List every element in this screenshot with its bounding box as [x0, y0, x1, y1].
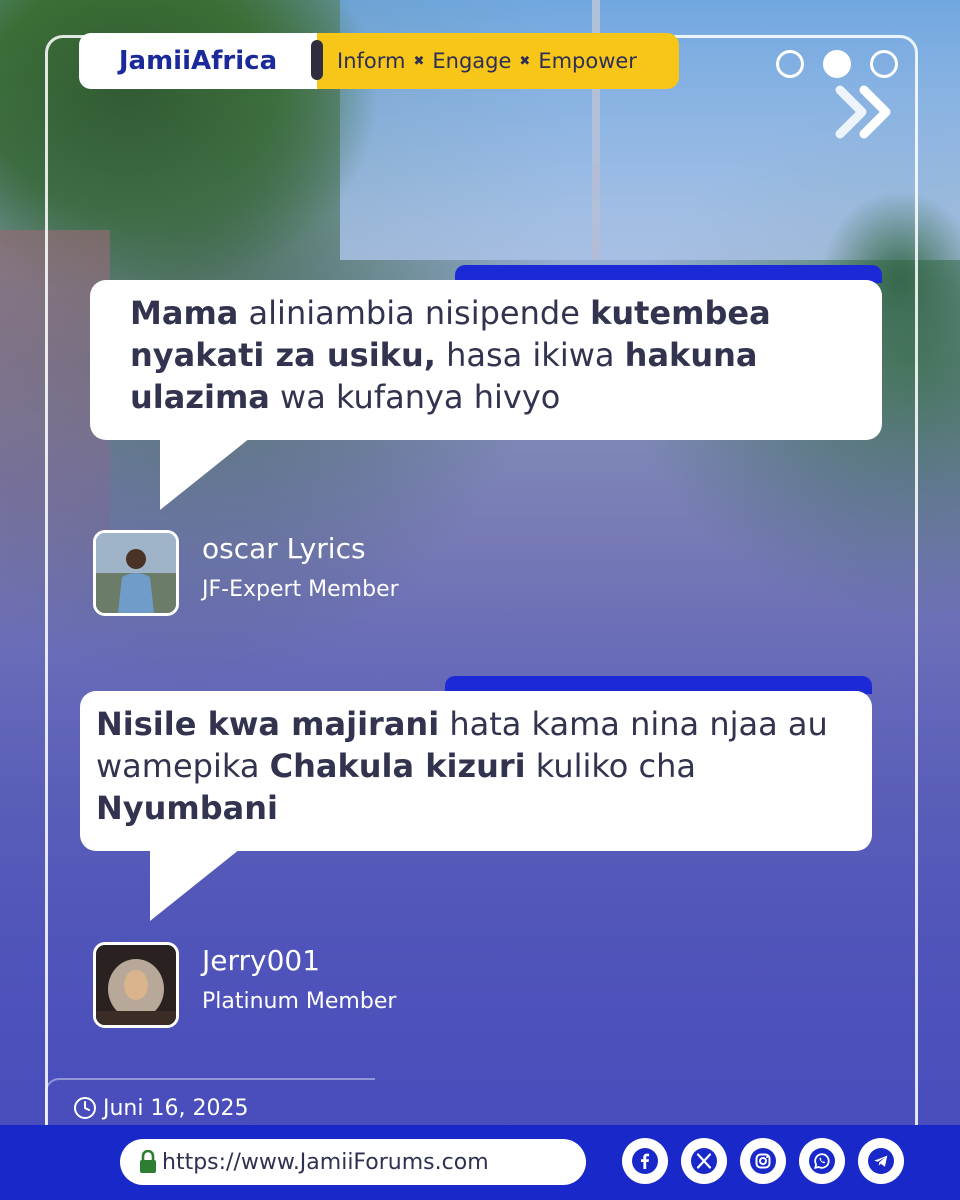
date-text: Juni 16, 2025	[103, 1095, 249, 1121]
comment-author: oscar Lyrics JF-Expert Member	[93, 530, 399, 616]
carousel-dot[interactable]	[776, 50, 804, 78]
comment-text: Nisile kwa majirani hata kama nina njaa …	[96, 703, 842, 829]
website-link[interactable]: https://www.JamiiForums.com	[120, 1139, 586, 1185]
post-date: Juni 16, 2025	[45, 1078, 375, 1124]
author-role: Platinum Member	[202, 989, 397, 1014]
comment-text-bold: Nyumbani	[96, 789, 279, 827]
author-name[interactable]: oscar Lyrics	[202, 532, 399, 565]
lock-icon	[140, 1150, 156, 1173]
carousel-dot[interactable]	[870, 50, 898, 78]
website-url: https://www.JamiiForums.com	[162, 1149, 489, 1175]
social-links	[622, 1138, 904, 1184]
comment-text-segment: hasa ikiwa	[435, 336, 625, 374]
tagline-engage: Engage	[432, 49, 512, 73]
header-bar: Jamii Africa Inform ✖ Engage ✖ Empower	[79, 33, 679, 89]
bubble-tail	[150, 849, 240, 921]
avatar[interactable]	[93, 942, 179, 1028]
comment-bubble: Mama aliniambia nisipende kutembea nyaka…	[90, 280, 882, 440]
telegram-icon[interactable]	[858, 1138, 904, 1184]
footer-bar: https://www.JamiiForums.com	[0, 1125, 960, 1200]
brand-logo[interactable]: Jamii Africa	[79, 33, 317, 89]
tagline-grip	[311, 40, 323, 80]
brand-name-part2: Africa	[191, 46, 278, 76]
avatar[interactable]	[93, 530, 179, 616]
carousel-dots	[776, 50, 898, 78]
tagline-inform: Inform	[337, 49, 406, 73]
comment-text-bold: Nisile kwa majirani	[96, 705, 440, 743]
comment-text: Mama aliniambia nisipende kutembea nyaka…	[130, 292, 852, 418]
author-name[interactable]: Jerry001	[202, 944, 396, 977]
comment-author: Jerry001 Platinum Member	[93, 942, 396, 1028]
comment-text-bold: Mama	[130, 294, 239, 332]
clock-icon	[74, 1097, 96, 1119]
instagram-icon[interactable]	[740, 1138, 786, 1184]
whatsapp-icon[interactable]	[799, 1138, 845, 1184]
bubble-tail	[160, 438, 250, 510]
tagline-empower: Empower	[538, 49, 637, 73]
tagline-separator: ✖	[519, 53, 531, 69]
tagline: Inform ✖ Engage ✖ Empower	[317, 33, 679, 89]
tagline-separator: ✖	[413, 53, 425, 69]
x-icon[interactable]	[681, 1138, 727, 1184]
comment-text-segment: kuliko cha	[525, 747, 697, 785]
comment-text-segment: wa kufanya hivyo	[269, 378, 561, 416]
next-slide-icon[interactable]	[834, 82, 898, 142]
comment-bubble: Nisile kwa majirani hata kama nina njaa …	[80, 691, 872, 851]
comment-text-segment: aliniambia nisipende	[238, 294, 591, 332]
comment-text-bold: Chakula kizuri	[269, 747, 526, 785]
facebook-icon[interactable]	[622, 1138, 668, 1184]
brand-name-part1: Jamii	[118, 46, 191, 76]
carousel-dot-active[interactable]	[823, 50, 851, 78]
author-role: JF-Expert Member	[202, 577, 399, 602]
